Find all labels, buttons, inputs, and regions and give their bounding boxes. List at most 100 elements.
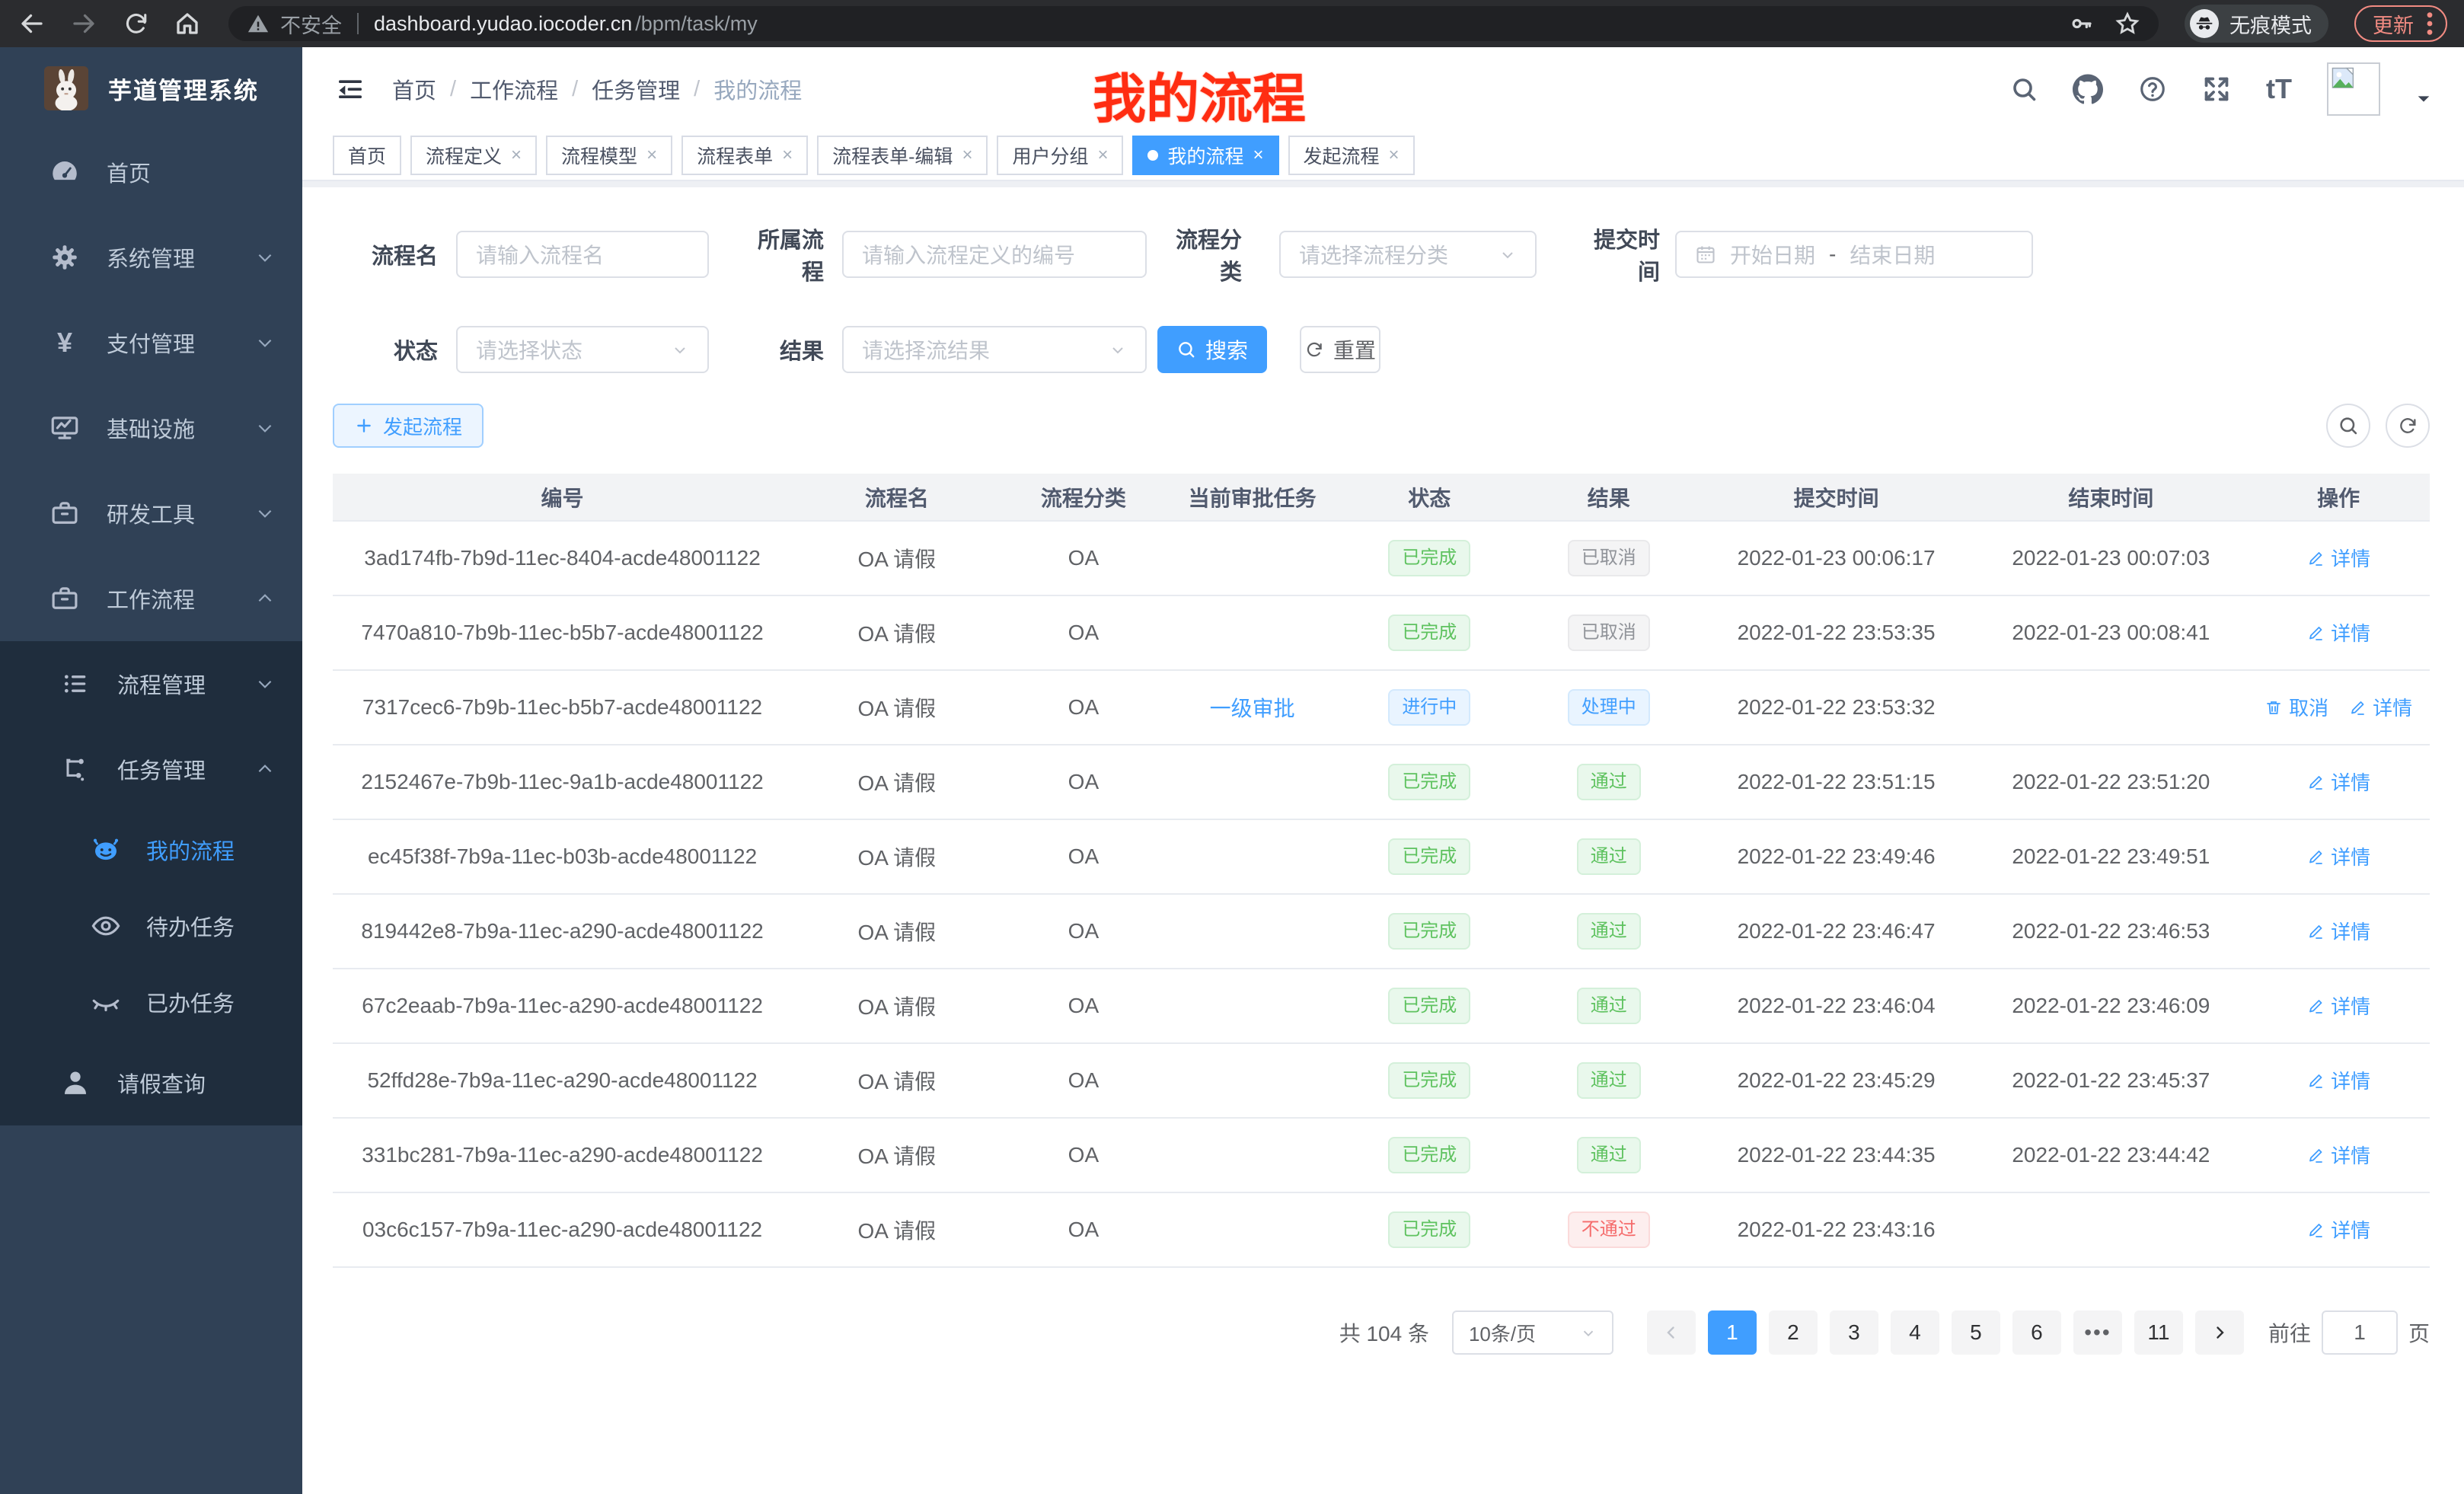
sidebar-item-done-tasks[interactable]: 已办任务 — [0, 964, 302, 1040]
cancel-link[interactable]: 取消 — [2265, 693, 2328, 721]
reload-icon[interactable] — [120, 8, 151, 39]
close-icon[interactable]: × — [646, 146, 657, 164]
close-icon[interactable]: × — [1097, 146, 1108, 164]
sidebar-logo[interactable]: 芋道管理系统 — [0, 47, 302, 129]
start-process-button[interactable]: 发起流程 — [333, 404, 484, 448]
process-def-input[interactable]: 请输入流程定义的编号 — [842, 231, 1147, 278]
cell-category: OA — [1002, 1043, 1166, 1118]
detail-link[interactable]: 详情 — [2306, 991, 2370, 1020]
category-select[interactable]: 请选择流程分类 — [1279, 231, 1537, 278]
key-icon[interactable] — [2069, 11, 2093, 36]
cell-end-time: 2022-01-22 23:49:51 — [1974, 819, 2247, 894]
url-bar[interactable]: 不安全 dashboard.yudao.iocoder.cn /bpm/task… — [228, 6, 2159, 41]
page-button[interactable]: 3 — [1830, 1310, 1878, 1355]
detail-link[interactable]: 详情 — [2306, 1141, 2370, 1169]
active-dot — [1147, 150, 1158, 161]
detail-link[interactable]: 详情 — [2348, 693, 2412, 721]
page-button[interactable]: 1 — [1708, 1310, 1757, 1355]
sidebar: 芋道管理系统 首页 系统管理 ¥ 支付管理 基础设施 研发工具 — [0, 47, 302, 1494]
sidebar-item-home[interactable]: 首页 — [0, 129, 302, 215]
tab-home[interactable]: 首页 — [333, 136, 401, 175]
page-size-select[interactable]: 10条/页 — [1452, 1310, 1613, 1355]
result-select[interactable]: 请选择流结果 — [842, 326, 1147, 373]
fullscreen-icon[interactable] — [2202, 75, 2231, 104]
tab-user-group[interactable]: 用户分组× — [997, 136, 1123, 175]
detail-link[interactable]: 详情 — [2306, 917, 2370, 945]
breadcrumb-item[interactable]: 工作流程 — [470, 73, 558, 105]
next-page-button[interactable] — [2195, 1310, 2244, 1355]
pagination: 共 104 条 10条/页 1 2 3 4 5 6 ••• 11 前往 1 页 — [333, 1310, 2430, 1355]
font-size-icon[interactable]: tT — [2266, 73, 2292, 105]
status-select[interactable]: 请选择状态 — [456, 326, 709, 373]
avatar-caret-icon[interactable] — [2415, 91, 2432, 107]
detail-link[interactable]: 详情 — [2306, 842, 2370, 870]
home-icon[interactable] — [172, 8, 203, 39]
sidebar-item-payment[interactable]: ¥ 支付管理 — [0, 300, 302, 385]
tab-process-form-edit[interactable]: 流程表单-编辑× — [817, 136, 988, 175]
column-header: 提交时间 — [1698, 474, 1975, 521]
search-button[interactable]: 搜索 — [1157, 326, 1267, 373]
breadcrumb-item[interactable]: 首页 — [392, 73, 436, 105]
goto-page-input[interactable]: 1 — [2322, 1310, 2398, 1355]
status-badge: 已完成 — [1388, 1137, 1470, 1173]
column-header: 编号 — [333, 474, 792, 521]
sidebar-item-system[interactable]: 系统管理 — [0, 215, 302, 300]
sidebar-item-todo-tasks[interactable]: 待办任务 — [0, 888, 302, 964]
prev-page-button[interactable] — [1647, 1310, 1696, 1355]
tab-process-form[interactable]: 流程表单× — [681, 136, 808, 175]
github-icon[interactable] — [2073, 74, 2103, 104]
table-row: 331bc281-7b9a-11ec-a290-acde48001122 OA … — [333, 1118, 2430, 1192]
back-icon[interactable] — [17, 8, 47, 39]
help-icon[interactable] — [2138, 75, 2167, 104]
detail-link[interactable]: 详情 — [2306, 1066, 2370, 1094]
detail-link[interactable]: 详情 — [2306, 618, 2370, 646]
close-icon[interactable]: × — [511, 146, 522, 164]
detail-link[interactable]: 详情 — [2306, 544, 2370, 572]
update-menu-button[interactable]: 更新 — [2354, 5, 2447, 42]
close-icon[interactable]: × — [962, 146, 972, 164]
filter-row-2: 状态 请选择状态 结果 请选择流结果 搜索 重置 — [333, 326, 2430, 373]
sidebar-item-leave-query[interactable]: 请假查询 — [0, 1040, 302, 1125]
sidebar-item-devtools[interactable]: 研发工具 — [0, 471, 302, 556]
process-name-input[interactable]: 请输入流程名 — [456, 231, 709, 278]
tab-process-model[interactable]: 流程模型× — [546, 136, 672, 175]
sidebar-item-workflow[interactable]: 工作流程 — [0, 556, 302, 641]
bookmark-star-icon[interactable] — [2115, 11, 2140, 37]
page-button[interactable]: 11 — [2134, 1310, 2183, 1355]
close-icon[interactable]: × — [1389, 146, 1400, 164]
cell-submit-time: 2022-01-22 23:46:04 — [1698, 969, 1975, 1043]
cell-end-time — [1974, 670, 2247, 745]
detail-link[interactable]: 详情 — [2306, 1215, 2370, 1243]
sidebar-item-my-process[interactable]: 我的流程 — [0, 812, 302, 888]
sidebar-item-infra[interactable]: 基础设施 — [0, 385, 302, 471]
page-button[interactable]: 4 — [1891, 1310, 1939, 1355]
page-button[interactable]: 6 — [2012, 1310, 2061, 1355]
current-task-link[interactable]: 一级审批 — [1210, 697, 1295, 720]
tab-process-definition[interactable]: 流程定义× — [410, 136, 537, 175]
breadcrumb-item[interactable]: 任务管理 — [592, 73, 680, 105]
tab-my-process[interactable]: 我的流程× — [1132, 136, 1278, 175]
submit-time-range[interactable]: 开始日期 - 结束日期 — [1675, 231, 2033, 278]
security-warning-icon — [247, 12, 270, 35]
detail-link[interactable]: 详情 — [2306, 768, 2370, 796]
sidebar-item-label: 首页 — [107, 156, 151, 188]
status-badge: 已完成 — [1388, 764, 1470, 800]
cell-submit-time: 2022-01-22 23:51:15 — [1698, 745, 1975, 819]
tab-start-process[interactable]: 发起流程× — [1288, 136, 1415, 175]
page-button[interactable]: 5 — [1952, 1310, 2000, 1355]
page-button[interactable]: 2 — [1769, 1310, 1818, 1355]
sidebar-item-task-mgmt[interactable]: 任务管理 — [0, 726, 302, 812]
sidebar-fold-icon[interactable] — [334, 73, 366, 105]
result-badge: 通过 — [1577, 764, 1641, 800]
reset-button[interactable]: 重置 — [1300, 326, 1380, 373]
search-icon[interactable] — [2010, 75, 2038, 103]
forward-icon[interactable] — [69, 8, 99, 39]
table-refresh-button[interactable] — [2386, 404, 2430, 448]
goto-suffix: 页 — [2408, 1317, 2430, 1348]
sidebar-item-process-mgmt[interactable]: 流程管理 — [0, 641, 302, 726]
table-search-toggle-button[interactable] — [2326, 404, 2370, 448]
avatar[interactable] — [2327, 62, 2380, 116]
more-pages-button[interactable]: ••• — [2073, 1310, 2122, 1355]
close-icon[interactable]: × — [1253, 146, 1264, 164]
close-icon[interactable]: × — [782, 146, 793, 164]
